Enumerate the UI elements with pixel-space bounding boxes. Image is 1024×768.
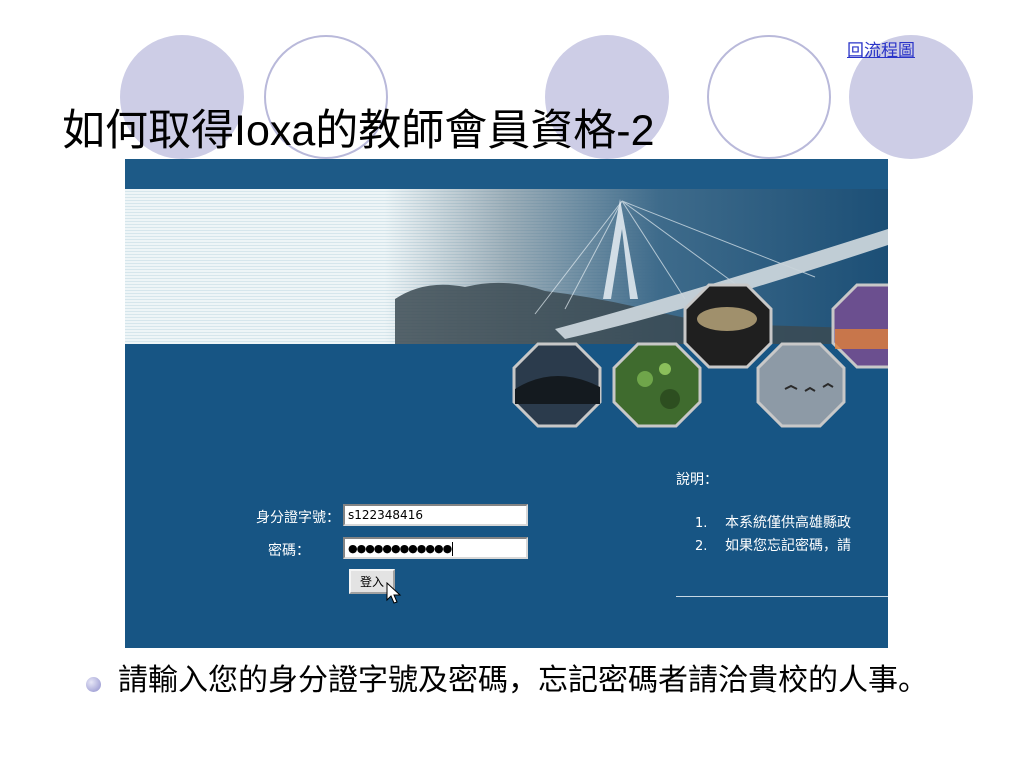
text-caret bbox=[452, 541, 454, 556]
photo-purple-sky bbox=[831, 283, 888, 369]
photo-sunset-river bbox=[683, 283, 773, 369]
password-label: 密碼： bbox=[268, 543, 310, 559]
slide-title: 如何取得Ioxa的教師會員資格-2 bbox=[62, 107, 655, 155]
info-item-number: 1. bbox=[695, 516, 708, 531]
password-mask: ●●●●●●●●●●●● bbox=[348, 542, 452, 555]
info-divider bbox=[676, 596, 888, 597]
mouse-cursor-icon bbox=[386, 582, 402, 604]
info-item-text: 本系統僅供高雄縣政 bbox=[725, 515, 851, 531]
decorative-circle-4 bbox=[707, 35, 831, 159]
bullet-dot-icon bbox=[86, 677, 101, 692]
photo-hills-dusk bbox=[512, 342, 602, 428]
id-number-input[interactable]: s122348416 bbox=[343, 504, 528, 526]
id-number-label: 身分證字號： bbox=[256, 510, 340, 526]
login-page-screenshot: 身分證字號： s122348416 密碼： ●●●●●●●●●●●● 登入 說明… bbox=[125, 159, 888, 648]
back-to-flowchart-link[interactable]: 回流程圖 bbox=[847, 36, 915, 61]
info-item-1: 1. 本系統僅供高雄縣政 bbox=[695, 512, 851, 535]
info-heading: 說明： bbox=[676, 472, 718, 488]
bullet-text: 請輸入您的身分證字號及密碼，忘記密碼者請洽貴校的人事。 bbox=[118, 663, 928, 698]
password-input[interactable]: ●●●●●●●●●●●● bbox=[343, 537, 528, 559]
bridge-pylon-icon bbox=[603, 199, 638, 299]
info-item-2: 2. 如果您忘記密碼，請 bbox=[695, 535, 851, 558]
info-item-number: 2. bbox=[695, 539, 708, 554]
bridge-banner-photo bbox=[395, 199, 888, 428]
info-list: 1. 本系統僅供高雄縣政 2. 如果您忘記密碼，請 bbox=[695, 512, 851, 558]
info-item-text: 如果您忘記密碼，請 bbox=[725, 538, 851, 554]
photo-birds-sky bbox=[756, 342, 846, 428]
photo-green-foliage bbox=[612, 342, 702, 428]
